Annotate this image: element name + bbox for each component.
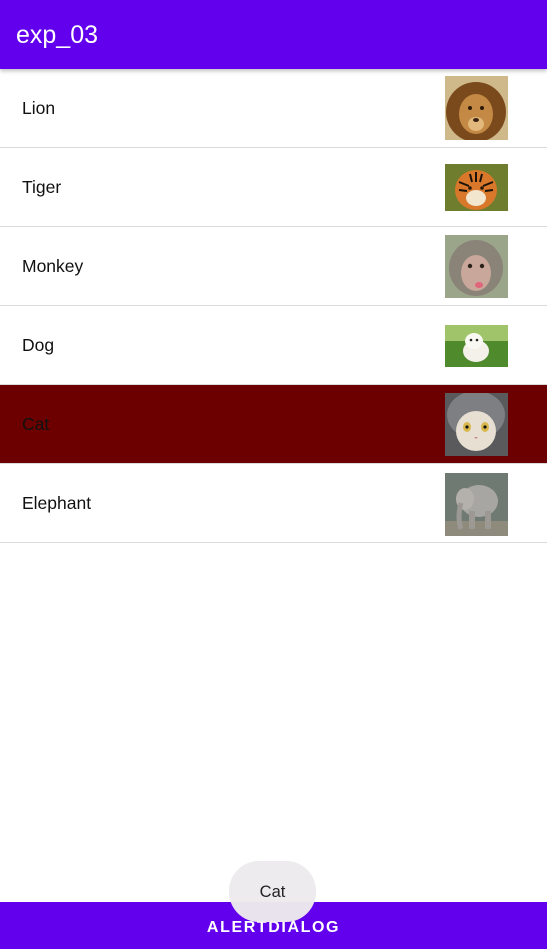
- app-title: exp_03: [16, 21, 99, 49]
- lion-image: [445, 76, 508, 140]
- toast-message: Cat: [229, 861, 316, 922]
- list-item-label: Elephant: [22, 493, 92, 513]
- dog-image: [445, 325, 508, 367]
- list-item-cat[interactable]: Cat: [0, 385, 547, 464]
- animal-list[interactable]: Lion Tiger Monkey Dog Cat Elephant: [0, 69, 547, 543]
- list-item-elephant[interactable]: Elephant: [0, 464, 547, 543]
- cat-image: [445, 393, 508, 456]
- list-item-lion[interactable]: Lion: [0, 69, 547, 148]
- list-item-tiger[interactable]: Tiger: [0, 148, 547, 227]
- list-item-label: Cat: [22, 414, 50, 434]
- list-item-monkey[interactable]: Monkey: [0, 227, 547, 306]
- monkey-image: [445, 235, 508, 298]
- list-item-label: Monkey: [22, 256, 84, 276]
- elephant-image: [445, 473, 508, 536]
- app-screen: exp_03 Lion Tiger Monkey Dog Cat Elephan…: [0, 0, 547, 949]
- tiger-image: [445, 164, 508, 211]
- list-item-dog[interactable]: Dog: [0, 306, 547, 385]
- list-item-label: Dog: [22, 335, 55, 355]
- list-item-label: Lion: [22, 98, 56, 118]
- app-bar: exp_03: [0, 0, 547, 69]
- list-item-label: Tiger: [22, 177, 62, 197]
